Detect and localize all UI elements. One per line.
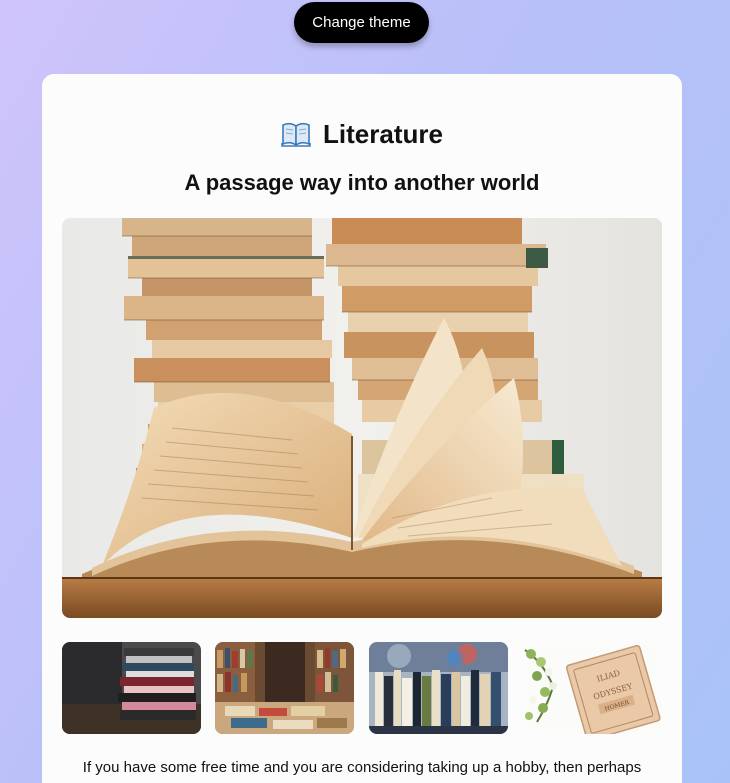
- change-theme-button[interactable]: Change theme: [294, 2, 429, 43]
- thumbnail-gallery: ILIAD ODYSSEY HOMER: [62, 642, 662, 734]
- bookstore-shelves-photo[interactable]: [215, 642, 354, 734]
- stacked-books-photo[interactable]: [62, 642, 201, 734]
- iliad-odyssey-book-photo[interactable]: ILIAD ODYSSEY HOMER: [523, 642, 662, 734]
- open-book-icon: [281, 122, 311, 147]
- content-card: Literature A passage way into another wo…: [42, 74, 682, 783]
- title-row: Literature: [42, 117, 682, 151]
- books-open-book-photo: [62, 218, 662, 618]
- bookshelf-spines-photo[interactable]: [369, 642, 508, 734]
- page-title: Literature: [323, 118, 443, 149]
- intro-paragraph: If you have some free time and you are c…: [82, 759, 642, 776]
- page-subtitle: A passage way into another world: [184, 170, 540, 195]
